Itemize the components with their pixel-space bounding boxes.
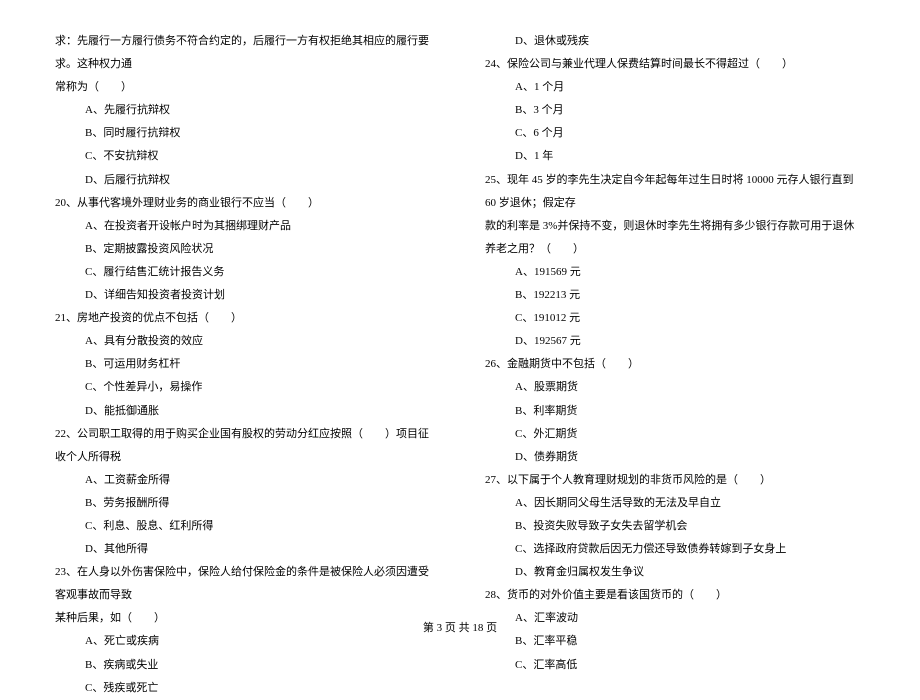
answer-option: B、3 个月 — [485, 99, 865, 122]
answer-option: A、先履行抗辩权 — [55, 99, 435, 122]
left-column: 求：先履行一方履行债务不符合约定的，后履行一方有权拒绝其相应的履行要求。这种权力… — [55, 30, 435, 700]
answer-option: B、192213 元 — [485, 284, 865, 307]
question-text: 25、现年 45 岁的李先生决定自今年起每年过生日时将 10000 元存人银行直… — [485, 169, 865, 215]
answer-option: A、股票期货 — [485, 376, 865, 399]
answer-option: B、可运用财务杠杆 — [55, 353, 435, 376]
answer-option: C、不安抗辩权 — [55, 145, 435, 168]
answer-option: B、利率期货 — [485, 400, 865, 423]
page-number: 第 3 页 共 18 页 — [423, 622, 497, 634]
question-text: 常称为（ ） — [55, 76, 435, 99]
answer-option: A、具有分散投资的效应 — [55, 330, 435, 353]
question-text: 23、在人身以外伤害保险中，保险人给付保险金的条件是被保险人必须因遭受客观事故而… — [55, 561, 435, 607]
answer-option: D、教育金归属权发生争议 — [485, 561, 865, 584]
answer-option: B、同时履行抗辩权 — [55, 122, 435, 145]
answer-option: C、履行结售汇统计报告义务 — [55, 261, 435, 284]
answer-option: B、疾病或失业 — [55, 654, 435, 677]
answer-option: B、定期披露投资风险状况 — [55, 238, 435, 261]
answer-option: C、191012 元 — [485, 307, 865, 330]
question-text: 款的利率是 3%并保持不变，则退休时李先生将拥有多少银行存款可用于退休养老之用？… — [485, 215, 865, 261]
answer-option: C、汇率高低 — [485, 654, 865, 677]
answer-option: C、残疾或死亡 — [55, 677, 435, 700]
question-text: 27、以下属于个人教育理财规划的非货币风险的是（ ） — [485, 469, 865, 492]
answer-option: D、债券期货 — [485, 446, 865, 469]
document-content: 求：先履行一方履行债务不符合约定的，后履行一方有权拒绝其相应的履行要求。这种权力… — [55, 30, 865, 700]
question-text: 22、公司职工取得的用于购买企业国有股权的劳动分红应按照（ ）项目征收个人所得税 — [55, 423, 435, 469]
answer-option: D、其他所得 — [55, 538, 435, 561]
answer-option: C、外汇期货 — [485, 423, 865, 446]
answer-option: C、利息、股息、红利所得 — [55, 515, 435, 538]
answer-option: D、能抵御通胀 — [55, 400, 435, 423]
answer-option: C、个性差异小，易操作 — [55, 376, 435, 399]
answer-option: A、1 个月 — [485, 76, 865, 99]
question-text: 28、货币的对外价值主要是看该国货币的（ ） — [485, 584, 865, 607]
answer-option: C、6 个月 — [485, 122, 865, 145]
answer-option: B、劳务报酬所得 — [55, 492, 435, 515]
question-text: 20、从事代客境外理财业务的商业银行不应当（ ） — [55, 192, 435, 215]
answer-option: C、选择政府贷款后因无力偿还导致债券转嫁到子女身上 — [485, 538, 865, 561]
answer-option: D、1 年 — [485, 145, 865, 168]
answer-option: D、退休或残疾 — [485, 30, 865, 53]
question-text: 求：先履行一方履行债务不符合约定的，后履行一方有权拒绝其相应的履行要求。这种权力… — [55, 30, 435, 76]
question-text: 24、保险公司与兼业代理人保费结算时间最长不得超过（ ） — [485, 53, 865, 76]
answer-option: A、因长期同父母生活导致的无法及早自立 — [485, 492, 865, 515]
right-column: D、退休或残疾24、保险公司与兼业代理人保费结算时间最长不得超过（ ）A、1 个… — [485, 30, 865, 700]
answer-option: A、191569 元 — [485, 261, 865, 284]
answer-option: D、后履行抗辩权 — [55, 169, 435, 192]
answer-option: D、详细告知投资者投资计划 — [55, 284, 435, 307]
answer-option: B、投资失败导致子女失去留学机会 — [485, 515, 865, 538]
page-footer: 第 3 页 共 18 页 — [0, 619, 920, 635]
answer-option: A、工资薪金所得 — [55, 469, 435, 492]
question-text: 21、房地产投资的优点不包括（ ） — [55, 307, 435, 330]
answer-option: D、192567 元 — [485, 330, 865, 353]
question-text: 26、金融期货中不包括（ ） — [485, 353, 865, 376]
answer-option: A、在投资者开设帐户时为其捆绑理财产品 — [55, 215, 435, 238]
